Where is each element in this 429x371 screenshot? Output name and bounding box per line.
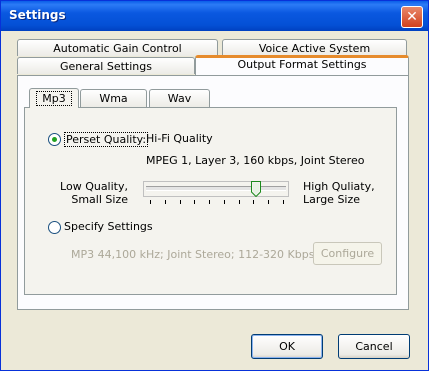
- cancel-button[interactable]: Cancel: [338, 334, 410, 359]
- slider-tick: [180, 200, 181, 204]
- tab-output-format-settings[interactable]: Output Format Settings: [195, 55, 409, 75]
- cancel-label: Cancel: [355, 340, 393, 353]
- slider-tick: [283, 200, 284, 204]
- tab-voice-active-system[interactable]: Voice Active System: [222, 39, 407, 56]
- slider-tick: [239, 200, 240, 204]
- slider-tick: [209, 200, 210, 204]
- configure-label: Configure: [320, 247, 375, 260]
- tab-label: Voice Active System: [258, 42, 371, 55]
- slider-low-label-line1: Low Quality,: [60, 180, 128, 193]
- radio-selected-dot: [52, 137, 57, 142]
- tab-automatic-gain-control[interactable]: Automatic Gain Control: [17, 39, 218, 56]
- tab-general-settings[interactable]: General Settings: [17, 57, 195, 74]
- title-bar[interactable]: Settings ✕: [1, 1, 428, 31]
- slider-low-label-line2: Small Size: [71, 193, 128, 206]
- slider-tick: [253, 200, 254, 204]
- slider-tick: [224, 200, 225, 204]
- tab-label: Output Format Settings: [237, 58, 367, 71]
- tab-mp3[interactable]: Mp3: [29, 88, 79, 108]
- tab-wma[interactable]: Wma: [80, 89, 147, 107]
- slider-high-label-line2: Large Size: [303, 193, 361, 206]
- preset-description: MPEG 1, Layer 3, 160 kbps, Joint Stereo: [146, 154, 365, 167]
- tab-label: Wav: [167, 92, 192, 105]
- preset-quality-label[interactable]: Perset Quality:: [64, 132, 149, 147]
- slider-tick: [268, 200, 269, 204]
- tab-wav[interactable]: Wav: [149, 89, 210, 107]
- close-icon: ✕: [406, 9, 418, 25]
- slider-thumb[interactable]: [251, 181, 261, 197]
- preset-quality-value: Hi-Fi Quality: [146, 132, 213, 145]
- tab-label: Automatic Gain Control: [53, 42, 182, 55]
- configure-button[interactable]: Configure: [313, 242, 382, 265]
- preset-quality-radio[interactable]: [48, 133, 61, 146]
- tab-label: Wma: [99, 92, 128, 105]
- ok-button[interactable]: OK: [251, 334, 323, 359]
- tab-label: General Settings: [60, 60, 152, 73]
- ok-label: OK: [279, 340, 295, 353]
- slider-tick: [165, 200, 166, 204]
- window-title: Settings: [9, 8, 66, 22]
- slider-tick: [150, 200, 151, 204]
- specify-settings-label[interactable]: Specify Settings: [64, 220, 153, 233]
- slider-high-label-line1: High Quliaty,: [303, 180, 375, 193]
- close-button[interactable]: ✕: [401, 6, 423, 28]
- tab-label: Mp3: [36, 91, 72, 106]
- specify-summary: MP3 44,100 kHz; Joint Stereo; 112-320 Kb…: [71, 248, 319, 261]
- slider-tick: [194, 200, 195, 204]
- slider-track: [146, 186, 286, 191]
- specify-settings-radio[interactable]: [48, 221, 61, 234]
